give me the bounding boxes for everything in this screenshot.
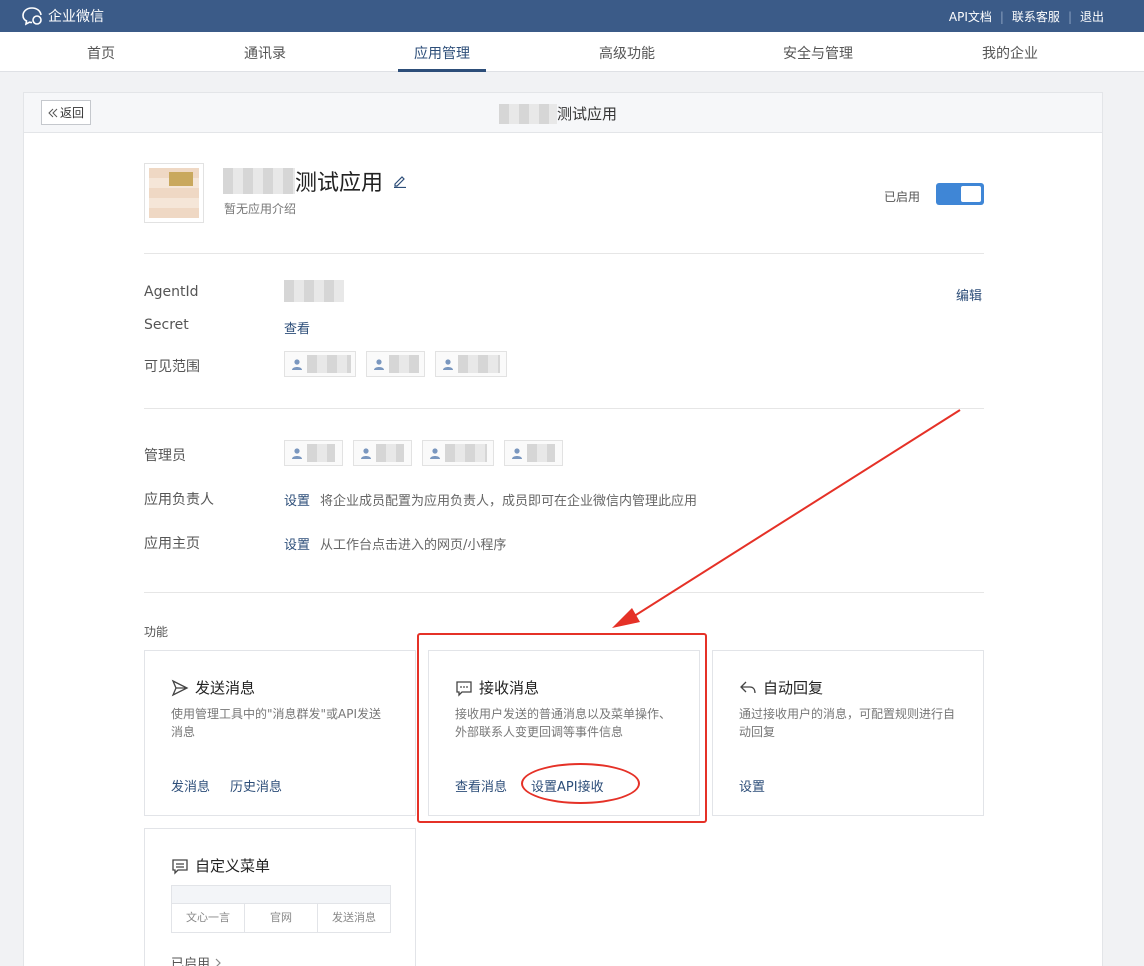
annotation-highlight-oval [521, 763, 640, 804]
